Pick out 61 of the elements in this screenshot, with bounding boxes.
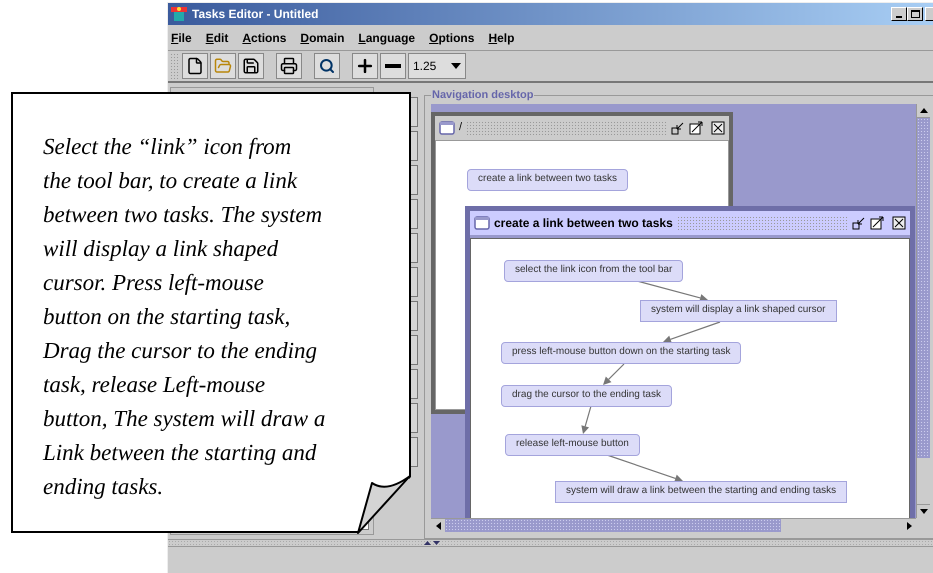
menu-item[interactable]: Edit [206,28,228,46]
callout-text: Select the “link” icon from the tool bar, to create a link between two tasks. The system will display a link shaped cursor. Press left-mouse button on the starting task, Drag the cursor to the ending task, release Left-mouse button, The system will draw a Link between the starting and ending tasks. [43,133,326,501]
scroll-thumb[interactable] [445,519,781,532]
frame-title: create a link between two tasks [494,214,673,232]
menu-item[interactable]: Actions [242,28,286,46]
folder-icon [214,57,232,75]
up-arrow-icon [920,108,928,112]
scroll-thumb[interactable] [917,118,930,458]
down-arrow-icon [920,509,928,514]
frame-title-bar[interactable]: create a link between two tasks [470,210,910,234]
minimize-icon[interactable] [671,120,685,134]
dropdown-arrow-icon [451,63,461,69]
task-node[interactable]: press left-mouse button down on the starting task [501,342,742,364]
arrow [663,320,720,343]
toolbar-grip[interactable] [170,53,180,79]
task-node[interactable]: select the link icon from the tool bar [504,260,684,282]
toolbar-button[interactable] [238,53,264,79]
task-node[interactable]: drag the cursor to the ending task [501,384,672,406]
menu-item[interactable]: Options [429,28,474,46]
arrow [636,280,708,302]
down-arrow-icon[interactable] [433,541,440,545]
left-arrow-icon [436,522,440,530]
printer-icon [280,57,298,75]
window-title: Tasks Editor - Untitled [192,6,318,23]
minus-icon [385,64,401,68]
maximize-button[interactable] [907,7,923,21]
task-node[interactable]: system will display a link shaped cursor [640,300,837,322]
new-file-icon [186,57,204,75]
zoom-dropdown[interactable]: 1.25 [408,53,466,79]
toolbar-button[interactable] [314,53,340,79]
menu-item[interactable]: File [171,28,192,46]
frame-title: / [459,120,462,136]
menu-item[interactable]: Domain [300,28,344,46]
minimize-icon[interactable] [852,216,866,230]
task-node[interactable]: create a link between two tasks [467,168,628,190]
minimize-button[interactable] [891,7,907,21]
maximize-icon [910,10,920,18]
maximize-icon[interactable] [689,120,703,134]
app-icon [170,6,188,22]
arrow [603,363,624,384]
menu-item[interactable]: Language [358,28,416,46]
menu-item[interactable]: Help [488,28,514,46]
window-icon [439,120,455,134]
minimize-icon [896,16,902,18]
up-arrow-icon[interactable] [424,541,431,545]
right-arrow-icon [906,522,912,530]
search-icon [319,58,335,74]
toolbar-button[interactable] [352,53,378,79]
frame-title-bar[interactable]: / [435,116,729,140]
plus-icon [355,56,375,76]
arrow [581,405,592,434]
panel-title: Navigation desktop [431,88,534,103]
task-node[interactable]: release left-mouse button [505,434,640,456]
toolbar-button[interactable] [182,53,208,79]
maximize-icon[interactable] [870,216,884,230]
window-icon [474,216,490,230]
task-node[interactable]: system will draw a link between the starting and ending tasks [555,480,848,502]
close-icon[interactable] [711,120,725,134]
toolbar-button[interactable] [380,53,406,79]
close-icon[interactable] [892,216,906,230]
toolbar-button[interactable] [276,53,302,79]
